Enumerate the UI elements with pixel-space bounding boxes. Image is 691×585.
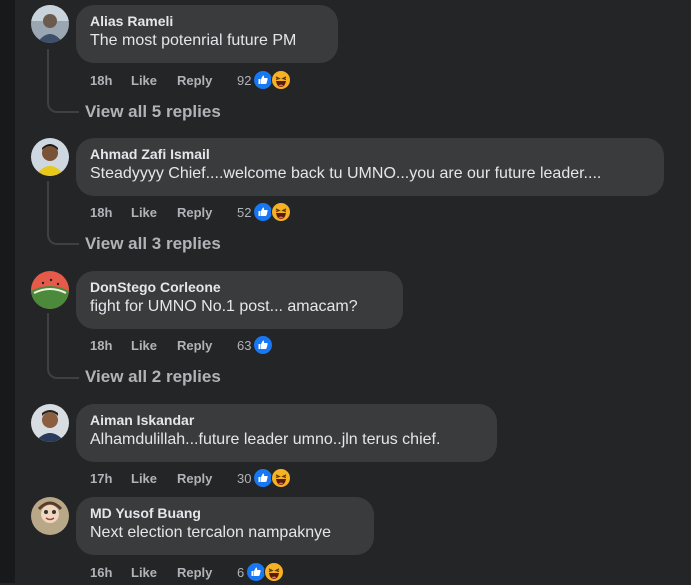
comment-timestamp[interactable]: 18h (90, 73, 131, 88)
comment-actions: 18h Like Reply 92 (90, 70, 292, 90)
comment-text: fight for UMNO No.1 post... amacam? (90, 298, 358, 315)
haha-icon (264, 562, 285, 582)
comment-text: Next election tercalon nampaknye (90, 524, 332, 541)
comment-author[interactable]: Alias Rameli (90, 13, 324, 30)
reactions-count[interactable]: 92 (237, 73, 251, 88)
avatar[interactable] (31, 271, 69, 309)
avatar[interactable] (31, 404, 69, 442)
comment-timestamp[interactable]: 18h (90, 205, 131, 220)
avatar[interactable] (31, 5, 69, 43)
like-icon (246, 562, 267, 582)
like-button[interactable]: Like (131, 471, 177, 486)
comment-author[interactable]: Aiman Iskandar (90, 412, 483, 429)
comment-text: The most potenrial future PM (90, 32, 297, 49)
avatar[interactable] (31, 138, 69, 176)
like-icon (253, 202, 274, 222)
reactions-count[interactable]: 52 (237, 205, 251, 220)
haha-icon (271, 468, 292, 488)
thread-connector (47, 49, 79, 113)
like-button[interactable]: Like (131, 205, 177, 220)
view-replies-link[interactable]: View all 3 replies (85, 234, 221, 254)
comment-author[interactable]: MD Yusof Buang (90, 505, 360, 522)
reply-button[interactable]: Reply (177, 565, 237, 580)
reply-button[interactable]: Reply (177, 73, 237, 88)
like-button[interactable]: Like (131, 565, 177, 580)
comment-bubble: Ahmad Zafi Ismail Steadyyyy Chief....wel… (76, 138, 664, 196)
comment-timestamp[interactable]: 17h (90, 471, 131, 486)
avatar[interactable] (31, 497, 69, 535)
comment-bubble: Aiman Iskandar Alhamdulillah...future le… (76, 404, 497, 462)
comment-bubble: Alias Rameli The most potenrial future P… (76, 5, 338, 63)
comment-author[interactable]: Ahmad Zafi Ismail (90, 146, 650, 163)
comment-bubble: MD Yusof Buang Next election tercalon na… (76, 497, 374, 555)
thread-connector (47, 181, 79, 245)
left-edge-panel (0, 0, 15, 583)
like-icon (253, 468, 274, 488)
reactions-count[interactable]: 6 (237, 565, 244, 580)
comment-actions: 17h Like Reply 30 (90, 468, 292, 488)
view-replies-link[interactable]: View all 2 replies (85, 367, 221, 387)
like-icon (253, 335, 274, 355)
reactions-count[interactable]: 30 (237, 471, 251, 486)
comment-actions: 18h Like Reply 52 (90, 202, 292, 222)
comment-actions: 16h Like Reply 6 (90, 562, 285, 582)
reply-button[interactable]: Reply (177, 338, 237, 353)
comment-text: Steadyyyy Chief....welcome back tu UMNO.… (90, 165, 602, 182)
view-replies-link[interactable]: View all 5 replies (85, 102, 221, 122)
like-button[interactable]: Like (131, 338, 177, 353)
comment-text: Alhamdulillah...future leader umno..jln … (90, 431, 441, 448)
comment-author[interactable]: DonStego Corleone (90, 279, 389, 296)
haha-icon (271, 202, 292, 222)
like-button[interactable]: Like (131, 73, 177, 88)
haha-icon (271, 70, 292, 90)
reply-button[interactable]: Reply (177, 205, 237, 220)
comment-bubble: DonStego Corleone fight for UMNO No.1 po… (76, 271, 403, 329)
like-icon (253, 70, 274, 90)
comment-timestamp[interactable]: 16h (90, 565, 131, 580)
comment-timestamp[interactable]: 18h (90, 338, 131, 353)
comment-actions: 18h Like Reply 63 (90, 335, 274, 355)
reply-button[interactable]: Reply (177, 471, 237, 486)
thread-connector (47, 313, 79, 379)
reactions-count[interactable]: 63 (237, 338, 251, 353)
